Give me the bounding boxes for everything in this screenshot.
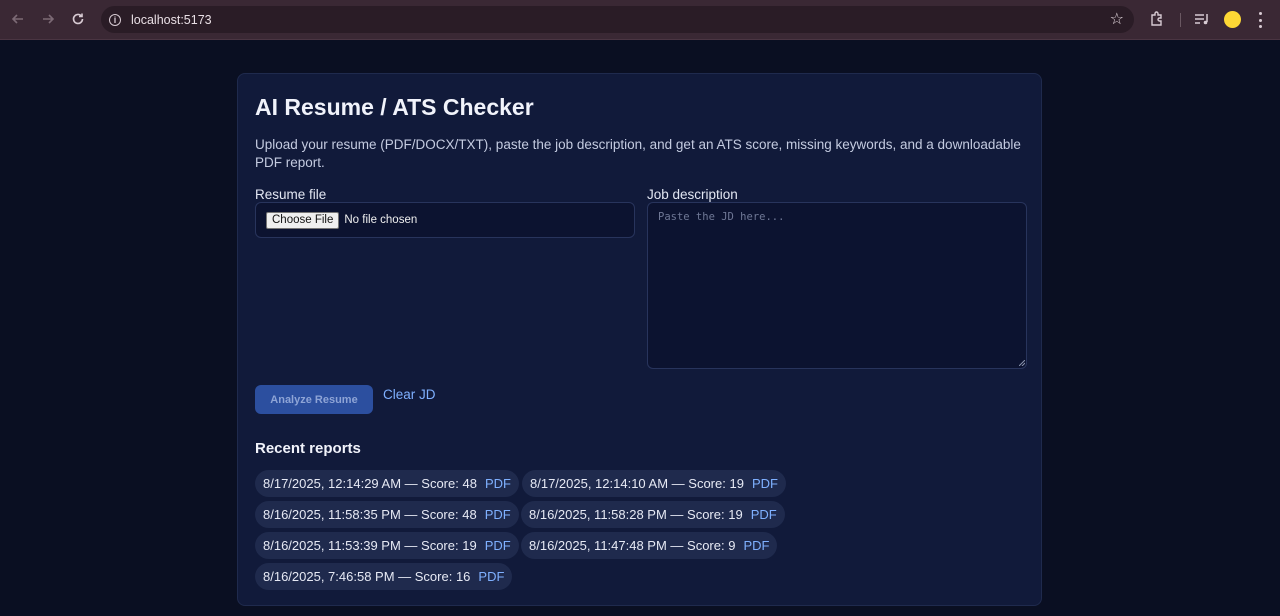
arrow-right-icon [43,14,55,24]
report-item: 8/16/2025, 11:47:48 PM — Score: 9 PDF [521,532,778,559]
report-item: 8/16/2025, 11:58:35 PM — Score: 48 PDF [255,501,519,528]
browser-toolbar: i localhost:5173 ☆ [0,0,1280,40]
report-pdf-link[interactable]: PDF [485,507,511,522]
bookmark-star-icon[interactable]: ☆ [1110,9,1124,29]
report-summary: 8/16/2025, 11:47:48 PM — Score: 9 [529,538,736,553]
report-summary: 8/17/2025, 12:14:29 AM — Score: 48 [263,476,477,491]
address-bar[interactable]: i localhost:5173 ☆ [101,6,1134,33]
media-controls-icon[interactable] [1194,11,1211,27]
arrow-left-icon [11,14,23,24]
recent-reports-heading: Recent reports [255,440,361,457]
report-pdf-link[interactable]: PDF [485,476,511,491]
reload-icon [72,13,84,25]
job-description-textarea[interactable] [647,202,1027,369]
report-pdf-link[interactable]: PDF [478,569,504,584]
back-button[interactable] [3,4,33,34]
report-summary: 8/17/2025, 12:14:10 AM — Score: 19 [530,476,744,491]
reload-button[interactable] [63,4,93,34]
report-summary: 8/16/2025, 7:46:58 PM — Score: 16 [263,569,471,584]
resize-handle-icon[interactable] [1019,360,1025,366]
report-pdf-link[interactable]: PDF [751,507,777,522]
profile-avatar-icon[interactable] [1224,11,1241,28]
checker-card: AI Resume / ATS Checker Upload your resu… [237,73,1042,606]
analyze-resume-button[interactable]: Analyze Resume [255,385,373,414]
page-description: Upload your resume (PDF/DOCX/TXT), paste… [255,137,1021,170]
report-pdf-link[interactable]: PDF [752,476,778,491]
report-summary: 8/16/2025, 11:58:28 PM — Score: 19 [529,507,743,522]
report-item: 8/16/2025, 7:46:58 PM — Score: 16 PDF [255,563,513,590]
forward-button[interactable] [33,4,63,34]
report-item: 8/17/2025, 12:14:10 AM — Score: 19 PDF [522,470,786,497]
report-item: 8/16/2025, 11:58:28 PM — Score: 19 PDF [521,501,785,528]
url-text: localhost:5173 [131,12,212,27]
report-pdf-link[interactable]: PDF [485,538,511,553]
report-summary: 8/16/2025, 11:58:35 PM — Score: 48 [263,507,477,522]
resume-file-input[interactable]: Choose File No file chosen [255,202,635,238]
browser-menu-icon[interactable] [1258,12,1262,28]
page-title: AI Resume / ATS Checker [255,94,534,120]
job-description-label: Job description [647,187,738,202]
toolbar-divider [1180,13,1181,27]
report-item: 8/16/2025, 11:53:39 PM — Score: 19 PDF [255,532,519,559]
report-pdf-link[interactable]: PDF [743,538,769,553]
file-status-text: No file chosen [344,214,418,226]
report-item: 8/17/2025, 12:14:29 AM — Score: 48 PDF [255,470,519,497]
report-summary: 8/16/2025, 11:53:39 PM — Score: 19 [263,538,477,553]
site-info-icon[interactable]: i [109,13,121,26]
choose-file-button[interactable]: Choose File [266,211,340,229]
resume-file-label: Resume file [255,187,327,202]
extensions-icon[interactable] [1149,11,1165,27]
clear-jd-link[interactable]: Clear JD [383,387,436,402]
